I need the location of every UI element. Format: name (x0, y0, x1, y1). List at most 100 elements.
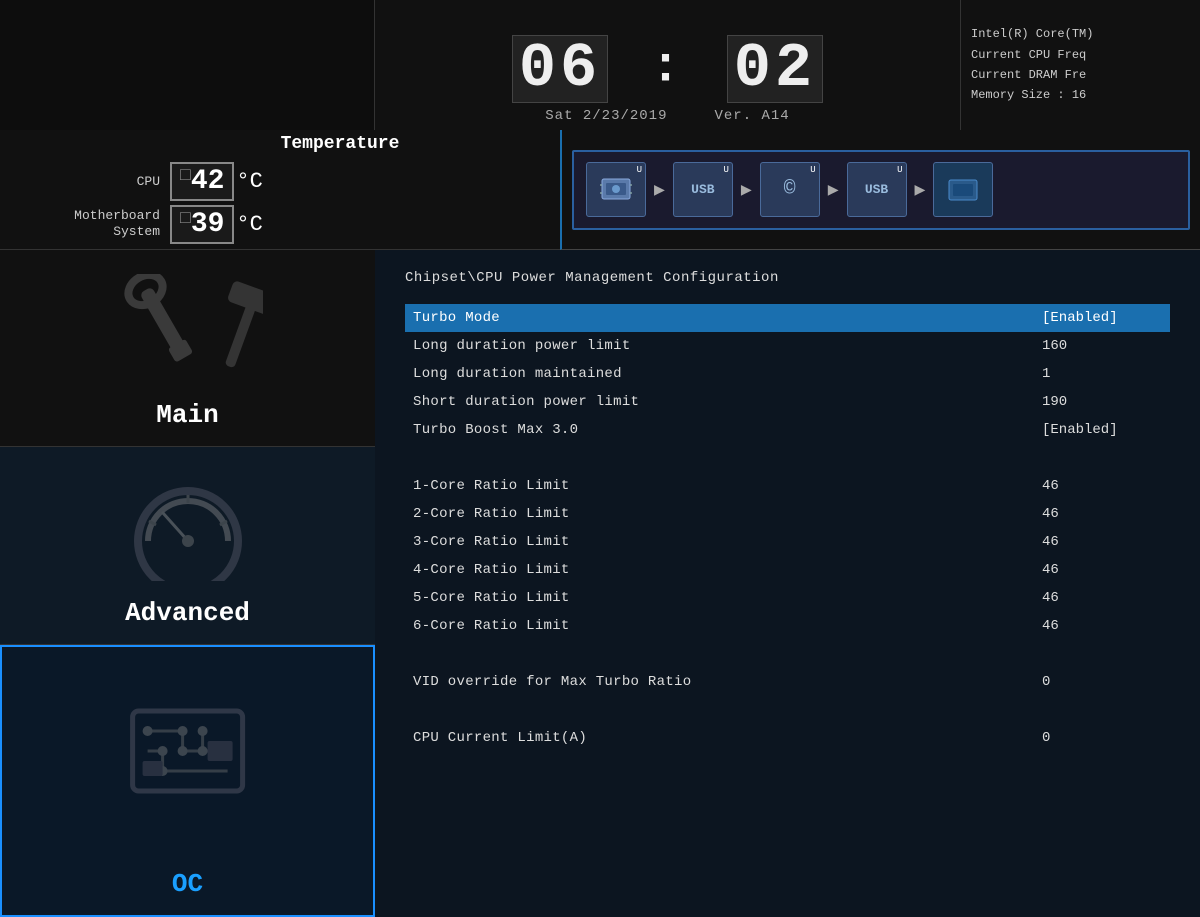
usb-chip-3[interactable]: U © (760, 162, 820, 217)
usb-text-4: USB (865, 182, 888, 197)
sidebar-item-main[interactable]: Main (0, 250, 375, 447)
date-text: Sat 2/23/2019 (545, 108, 667, 124)
arrow-3: ▶ (828, 179, 839, 201)
arrow-4: ▶ (915, 179, 926, 201)
usb-chip-5[interactable] (933, 162, 993, 217)
breadcrumb: Chipset\CPU Power Management Configurati… (405, 270, 1170, 286)
version-text: Ver. A14 (715, 108, 790, 124)
sidebar-item-oc[interactable]: OC (0, 645, 375, 917)
setting-value-7: 46 (1042, 506, 1162, 522)
settings-row-11[interactable]: 6-Core Ratio Limit46 (405, 612, 1170, 640)
settings-row-0[interactable]: Turbo Mode[Enabled] (405, 304, 1170, 332)
setting-name-0: Turbo Mode (413, 310, 1042, 326)
info-line-4: Memory Size : 16 (971, 85, 1190, 105)
info-line-2: Current CPU Freq (971, 45, 1190, 65)
mb-temp-unit: °C (236, 212, 262, 237)
settings-row-6[interactable]: 1-Core Ratio Limit46 (405, 472, 1170, 500)
settings-row-1[interactable]: Long duration power limit160 (405, 332, 1170, 360)
cpu-temp-unit: °C (236, 169, 262, 194)
setting-name-13: VID override for Max Turbo Ratio (413, 674, 1042, 690)
main-icon-area (38, 260, 338, 397)
gauge-icon (113, 471, 263, 581)
usb-text-2: USB (691, 182, 714, 197)
clock-minute: 02 (727, 35, 823, 103)
icon-bar: U ▶ U USB ▶ U © ▶ U USB ▶ (560, 130, 1200, 250)
settings-row-13[interactable]: VID override for Max Turbo Ratio0 (405, 668, 1170, 696)
icon-bar-inner: U ▶ U USB ▶ U © ▶ U USB ▶ (572, 150, 1190, 230)
clock-hour: 06 (512, 35, 608, 103)
setting-value-0: [Enabled] (1042, 310, 1162, 326)
settings-row-4[interactable]: Turbo Boost Max 3.0[Enabled] (405, 416, 1170, 444)
setting-name-6: 1-Core Ratio Limit (413, 478, 1042, 494)
settings-spacer-14 (405, 696, 1170, 724)
setting-name-11: 6-Core Ratio Limit (413, 618, 1042, 634)
mb-temp-box: □39 (170, 205, 234, 244)
settings-list: Turbo Mode[Enabled]Long duration power l… (405, 304, 1170, 752)
setting-value-11: 46 (1042, 618, 1162, 634)
setting-name-8: 3-Core Ratio Limit (413, 534, 1042, 550)
main-label: Main (156, 400, 218, 430)
circle-c-icon: © (784, 178, 796, 201)
setting-value-15: 0 (1042, 730, 1162, 746)
settings-row-8[interactable]: 3-Core Ratio Limit46 (405, 528, 1170, 556)
setting-value-8: 46 (1042, 534, 1162, 550)
wrench-hammer-icon (113, 274, 263, 384)
setting-name-1: Long duration power limit (413, 338, 1042, 354)
cpu-temp-row: CPU □42 °C (40, 162, 560, 201)
top-left-area (0, 0, 375, 130)
arrow-2: ▶ (741, 179, 752, 201)
cpu-temp-icon: □ (180, 166, 191, 186)
usb-chip-1[interactable]: U (586, 162, 646, 217)
setting-name-2: Long duration maintained (413, 366, 1042, 382)
usb-chip-2[interactable]: U USB (673, 162, 733, 217)
settings-spacer-5 (405, 444, 1170, 472)
cpu-temp-box: □42 (170, 162, 234, 201)
setting-name-15: CPU Current Limit(A) (413, 730, 1042, 746)
settings-row-15[interactable]: CPU Current Limit(A)0 (405, 724, 1170, 752)
setting-name-9: 4-Core Ratio Limit (413, 562, 1042, 578)
usb-chip-4[interactable]: U USB (847, 162, 907, 217)
date-version: Sat 2/23/2019 Ver. A14 (545, 108, 789, 124)
arrow-1: ▶ (654, 179, 665, 201)
setting-value-6: 46 (1042, 478, 1162, 494)
setting-value-1: 160 (1042, 338, 1162, 354)
temperature-section: Temperature CPU □42 °C MotherboardSystem… (0, 130, 560, 250)
mb-temp-row: MotherboardSystem □39 °C (40, 205, 560, 244)
settings-row-2[interactable]: Long duration maintained1 (405, 360, 1170, 388)
settings-row-7[interactable]: 2-Core Ratio Limit46 (405, 500, 1170, 528)
settings-row-9[interactable]: 4-Core Ratio Limit46 (405, 556, 1170, 584)
top-bar: 06 : 02 Sat 2/23/2019 Ver. A14 Intel(R) … (0, 0, 1200, 130)
sidebar-nav: Main Advanced (0, 250, 375, 917)
setting-value-3: 190 (1042, 394, 1162, 410)
setting-value-13: 0 (1042, 674, 1162, 690)
setting-value-4: [Enabled] (1042, 422, 1162, 438)
clock-display: 06 : 02 (511, 34, 824, 104)
setting-value-9: 46 (1042, 562, 1162, 578)
setting-name-3: Short duration power limit (413, 394, 1042, 410)
settings-row-10[interactable]: 5-Core Ratio Limit46 (405, 584, 1170, 612)
info-line-1: Intel(R) Core(TM) (971, 24, 1190, 44)
settings-spacer-12 (405, 640, 1170, 668)
circuit-icon (112, 691, 262, 811)
top-center-area: 06 : 02 Sat 2/23/2019 Ver. A14 (375, 0, 960, 130)
setting-name-7: 2-Core Ratio Limit (413, 506, 1042, 522)
main-content: Chipset\CPU Power Management Configurati… (375, 250, 1200, 917)
setting-value-10: 46 (1042, 590, 1162, 606)
advanced-icon-area (38, 457, 338, 594)
oc-label: OC (172, 869, 203, 899)
cpu-temp-value: 42 (191, 166, 225, 197)
chip-icon-1 (600, 175, 632, 203)
chip-icon-5 (947, 176, 979, 204)
top-right-info: Intel(R) Core(TM) Current CPU Freq Curre… (960, 0, 1200, 130)
setting-value-2: 1 (1042, 366, 1162, 382)
mb-temp-icon: □ (180, 209, 191, 229)
cpu-temp-label: CPU (40, 174, 160, 189)
settings-row-3[interactable]: Short duration power limit190 (405, 388, 1170, 416)
setting-name-4: Turbo Boost Max 3.0 (413, 422, 1042, 438)
oc-icon-area (39, 657, 336, 845)
sidebar-item-advanced[interactable]: Advanced (0, 447, 375, 644)
info-line-3: Current DRAM Fre (971, 65, 1190, 85)
temperature-title: Temperature (120, 134, 560, 154)
mb-temp-label: MotherboardSystem (40, 208, 160, 239)
mb-temp-value: 39 (191, 209, 225, 240)
